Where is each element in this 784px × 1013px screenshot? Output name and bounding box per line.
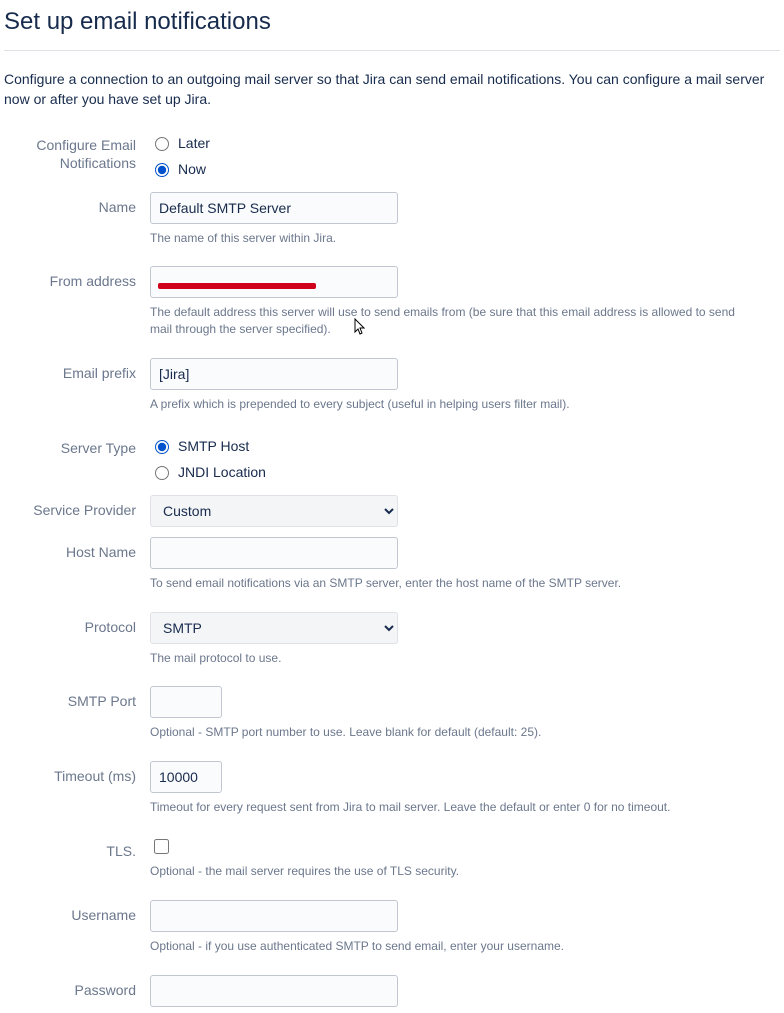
label-server-type: Server Type bbox=[4, 433, 150, 457]
radio-now[interactable] bbox=[155, 163, 169, 177]
radio-smtp-host[interactable] bbox=[155, 440, 169, 454]
radio-later[interactable] bbox=[155, 137, 169, 151]
port-input[interactable] bbox=[150, 686, 222, 718]
label-name: Name bbox=[4, 192, 150, 216]
help-name: The name of this server within Jira. bbox=[150, 230, 740, 247]
page-title: Set up email notifications bbox=[4, 8, 780, 36]
service-provider-select[interactable]: Custom bbox=[150, 495, 398, 527]
radio-jndi[interactable] bbox=[155, 466, 169, 480]
label-from: From address bbox=[4, 266, 150, 290]
help-protocol: The mail protocol to use. bbox=[150, 650, 740, 667]
username-input[interactable] bbox=[150, 900, 398, 932]
label-service-provider: Service Provider bbox=[4, 495, 150, 519]
radio-later-label: Later bbox=[178, 135, 210, 151]
help-username: Optional - if you use authenticated SMTP… bbox=[150, 938, 740, 955]
redacted-overlay bbox=[158, 283, 316, 289]
label-tls: TLS. bbox=[4, 836, 150, 860]
name-input[interactable] bbox=[150, 192, 398, 224]
label-username: Username bbox=[4, 900, 150, 924]
label-timeout: Timeout (ms) bbox=[4, 761, 150, 785]
help-host: To send email notifications via an SMTP … bbox=[150, 575, 740, 592]
radio-smtp-host-label: SMTP Host bbox=[178, 438, 249, 454]
prefix-input[interactable] bbox=[150, 358, 398, 390]
protocol-select[interactable]: SMTP bbox=[150, 612, 398, 644]
host-input[interactable] bbox=[150, 537, 398, 569]
tls-checkbox[interactable] bbox=[154, 839, 169, 854]
label-protocol: Protocol bbox=[4, 612, 150, 636]
label-prefix: Email prefix bbox=[4, 358, 150, 382]
label-configure: Configure Email Notifications bbox=[4, 130, 150, 172]
divider bbox=[4, 50, 780, 51]
help-prefix: A prefix which is prepended to every sub… bbox=[150, 396, 740, 413]
help-from: The default address this server will use… bbox=[150, 304, 740, 338]
label-host: Host Name bbox=[4, 537, 150, 561]
timeout-input[interactable] bbox=[150, 761, 222, 793]
label-port: SMTP Port bbox=[4, 686, 150, 710]
help-tls: Optional - the mail server requires the … bbox=[150, 863, 740, 880]
radio-now-label: Now bbox=[178, 161, 206, 177]
label-password: Password bbox=[4, 975, 150, 999]
intro-text: Configure a connection to an outgoing ma… bbox=[4, 69, 780, 110]
help-port: Optional - SMTP port number to use. Leav… bbox=[150, 724, 740, 741]
help-timeout: Timeout for every request sent from Jira… bbox=[150, 799, 740, 816]
from-input[interactable] bbox=[150, 266, 398, 298]
radio-jndi-label: JNDI Location bbox=[178, 464, 266, 480]
password-input[interactable] bbox=[150, 975, 398, 1007]
